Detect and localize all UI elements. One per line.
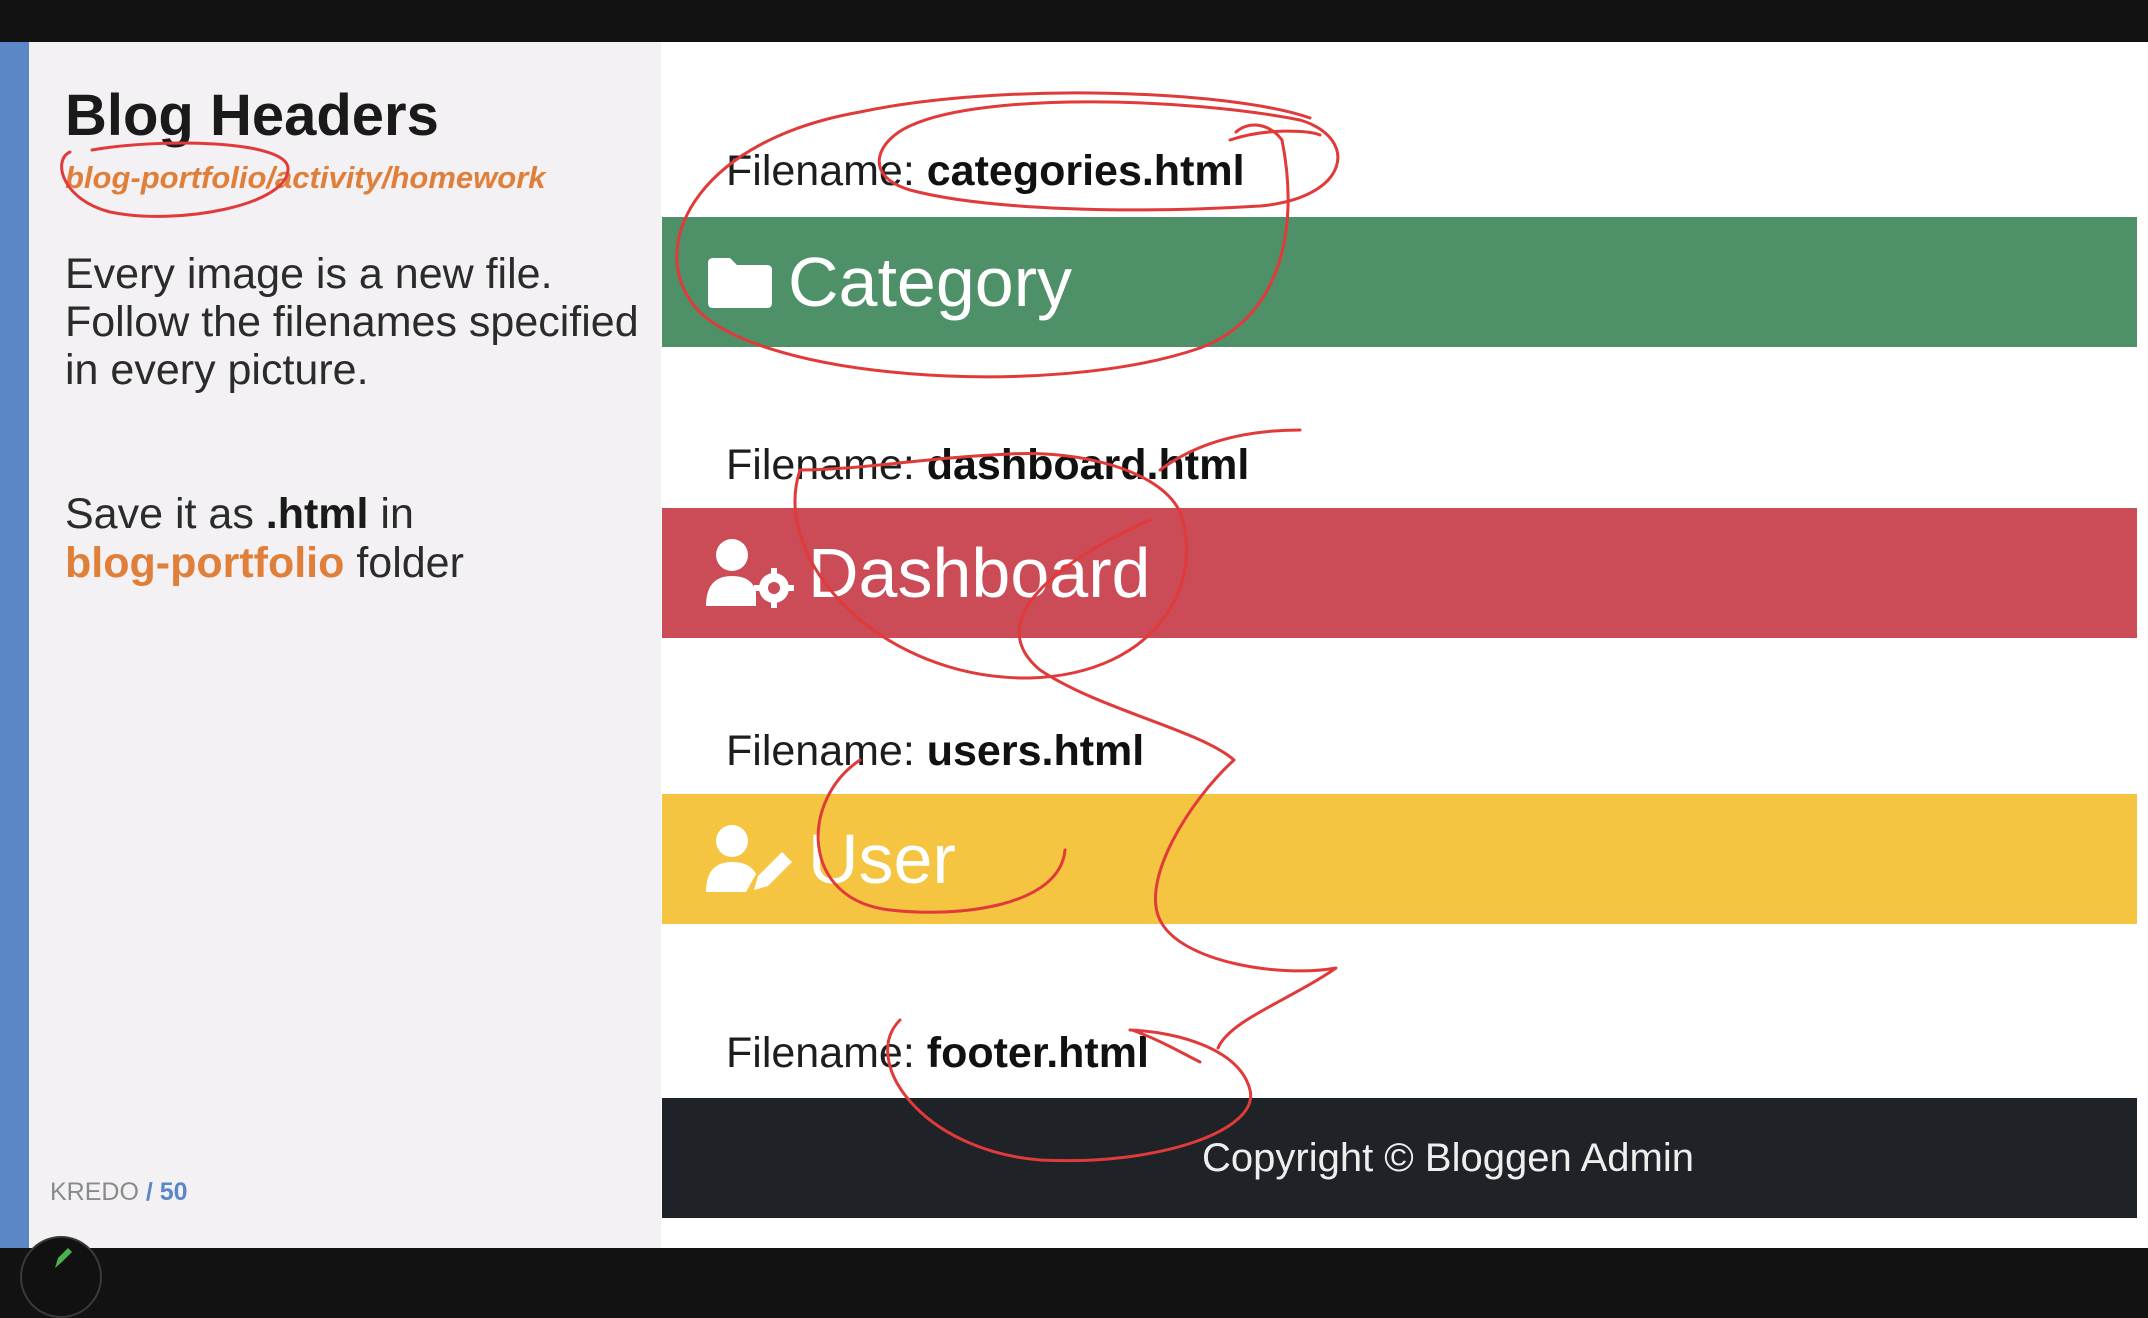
accent-bar bbox=[0, 42, 29, 1248]
bottom-bar bbox=[0, 1248, 2148, 1272]
slide-footer: KREDO / 50 bbox=[50, 1178, 188, 1207]
filename-label: Filename: bbox=[726, 727, 927, 775]
instructions-text: Every image is a new file. Follow the fi… bbox=[65, 250, 639, 394]
filename-value: footer.html bbox=[926, 1029, 1149, 1077]
save-instructions: Save it as .html in blog-portfolio folder bbox=[65, 490, 655, 588]
filename-value: categories.html bbox=[926, 147, 1245, 195]
filename-footer: Filename: footer.html bbox=[726, 1029, 1149, 1078]
slide-left-panel: Blog Headers blog-portfolio/activity/hom… bbox=[29, 42, 661, 1248]
slide: Blog Headers blog-portfolio/activity/hom… bbox=[0, 42, 2148, 1248]
save-suffix: folder bbox=[344, 539, 464, 587]
folder-icon bbox=[706, 255, 774, 309]
save-folder: blog-portfolio bbox=[65, 539, 345, 587]
user-header: User bbox=[662, 794, 2137, 924]
filename-users: Filename: users.html bbox=[726, 727, 1144, 776]
category-title: Category bbox=[788, 243, 1073, 321]
user-gear-icon bbox=[706, 538, 794, 608]
pen-icon bbox=[55, 1248, 72, 1268]
save-ext: .html bbox=[265, 490, 369, 538]
footer-copyright: Copyright © Bloggen Admin bbox=[1202, 1135, 1694, 1180]
filename-categories: Filename: categories.html bbox=[726, 147, 1245, 196]
dashboard-header: Dashboard bbox=[662, 508, 2137, 638]
footer-preview: Copyright © Bloggen Admin bbox=[662, 1098, 2137, 1218]
user-title: User bbox=[808, 820, 956, 898]
examples-panel: Filename: categories.html Category Filen… bbox=[662, 42, 2148, 1248]
filename-dashboard: Filename: dashboard.html bbox=[726, 441, 1249, 490]
page-number: 50 bbox=[159, 1178, 188, 1206]
brand-name: KREDO bbox=[50, 1178, 139, 1206]
filename-value: dashboard.html bbox=[926, 441, 1250, 489]
page-separator: / bbox=[138, 1178, 160, 1206]
slide-subtitle: blog-portfolio/activity/homework bbox=[65, 160, 546, 195]
filename-label: Filename: bbox=[726, 1029, 927, 1077]
category-header: Category bbox=[662, 217, 2137, 347]
dashboard-title: Dashboard bbox=[808, 534, 1151, 612]
filename-value: users.html bbox=[926, 727, 1145, 775]
filename-label: Filename: bbox=[726, 147, 927, 195]
save-mid: in bbox=[368, 490, 414, 538]
save-prefix: Save it as bbox=[65, 490, 266, 538]
filename-label: Filename: bbox=[726, 441, 927, 489]
slide-edge-marker bbox=[2139, 580, 2148, 636]
slide-title: Blog Headers bbox=[65, 83, 439, 148]
pen-tool-button[interactable] bbox=[20, 1236, 102, 1318]
user-edit-icon bbox=[706, 824, 794, 894]
